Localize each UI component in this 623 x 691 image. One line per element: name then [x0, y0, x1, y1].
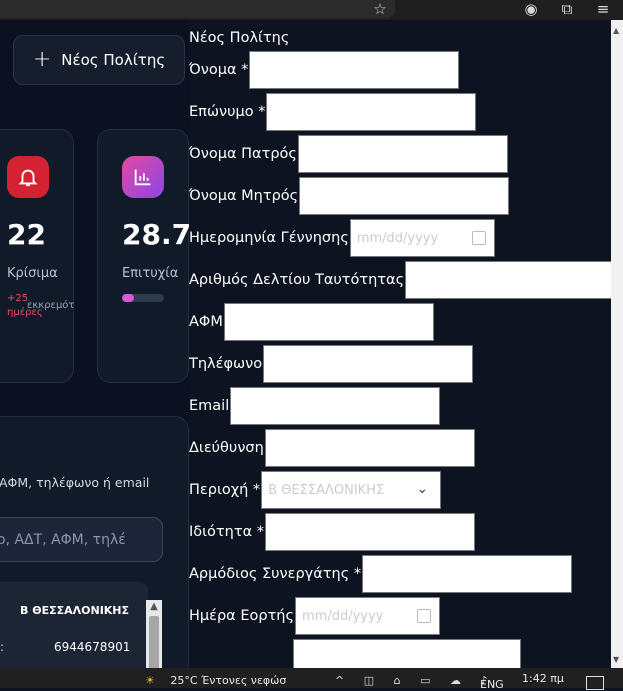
form-row: Όνομα Μητρός — [189, 176, 510, 216]
profile-icon[interactable]: ◉ — [522, 0, 540, 18]
text-input[interactable] — [299, 177, 510, 215]
form-row: ΑΦΜ — [189, 302, 434, 342]
form-row: Ημέρα Εορτής mm/dd/yyyy — [189, 596, 441, 636]
result-phone: 6944678901 — [54, 640, 131, 654]
clock[interactable]: 1:42 πμ — [522, 672, 564, 685]
field-label: Ημερομηνία Γέννησης — [189, 230, 349, 246]
chevron-down-icon: ⌄ — [416, 481, 429, 497]
weather-icon: ☀ — [145, 674, 155, 687]
form-row: Αρμόδιος Συνεργάτης * — [189, 554, 573, 594]
success-progress-fill — [122, 294, 135, 302]
scroll-up-icon[interactable]: ▲ — [613, 26, 619, 35]
field-label: Email — [189, 398, 230, 414]
address-bar[interactable] — [0, 0, 395, 18]
new-citizen-button[interactable]: + Νέος Πολίτης — [13, 35, 185, 85]
success-card: 28.7% Επιτυχία — [97, 129, 190, 383]
field-label: Αριθμός Δελτίου Ταυτότητας — [189, 272, 405, 288]
critical-value: 22 — [7, 218, 46, 251]
field-label: Τηλέφωνο — [189, 356, 263, 372]
success-value: 28.7% — [122, 218, 190, 251]
date-placeholder: mm/dd/yyyy — [302, 608, 384, 624]
text-input[interactable] — [362, 555, 573, 593]
date-placeholder: mm/dd/yyyy — [356, 230, 439, 246]
text-input[interactable] — [405, 261, 616, 299]
form-row: Όνομα * — [189, 50, 460, 90]
critical-pending: εκκρεμότ — [27, 300, 75, 311]
weather-widget[interactable]: ☀ 25°C Έντονες νεφώσ — [145, 674, 286, 687]
field-label: Περιοχή * — [189, 482, 261, 498]
text-input[interactable] — [263, 345, 474, 383]
text-input[interactable] — [266, 93, 477, 131]
form-title: Νέος Πολίτης — [189, 30, 290, 46]
text-input[interactable] — [265, 513, 475, 551]
language-indicator[interactable]: ENG — [480, 678, 504, 691]
result-colon: : — [0, 640, 5, 654]
result-area: Β ΘΕΣΣΑΛΟΝΙΚΗΣ — [20, 604, 130, 617]
text-input[interactable] — [297, 135, 508, 173]
field-label: Αρμόδιος Συνεργάτης * — [189, 566, 362, 582]
text-input[interactable] — [264, 429, 475, 467]
text-input[interactable] — [230, 387, 441, 425]
bell-icon — [7, 156, 49, 198]
form-row: Επώνυμο * — [189, 92, 477, 132]
form-row: Ιδιότητα * — [189, 512, 475, 552]
weather-text: Έντονες νεφώσ — [201, 674, 287, 687]
field-label: Επώνυμο * — [189, 104, 266, 120]
search-hint: ΑΦΜ, τηλέφωνο ή email — [0, 475, 150, 490]
form-row: Διεύθυνση — [189, 428, 475, 468]
new-citizen-label: Νέος Πολίτης — [61, 51, 166, 69]
calendar-icon[interactable] — [471, 231, 486, 245]
scroll-up-icon[interactable]: ▲ — [146, 600, 162, 614]
critical-label: Κρίσιμα — [7, 266, 58, 281]
page-scrollbar[interactable]: ▲ ▼ — [611, 20, 623, 668]
field-label: Όνομα * — [189, 62, 249, 78]
area-select[interactable]: Β ΘΕΣΣΑΛΟΝΙΚΗΣ ⌄ — [261, 471, 442, 509]
scroll-down-icon[interactable]: ▼ — [613, 655, 619, 664]
plus-icon: + — [32, 47, 52, 72]
star-icon[interactable]: ☆ — [371, 0, 389, 18]
text-input[interactable] — [223, 303, 434, 341]
taskbar: ☀ 25°C Έντονες νεφώσ ^ ◫ ⌂ ▭ ☁ ♪ ENG 1:4… — [0, 668, 623, 691]
browser-toolbar: ☆ ◉ ⧉ ≡ — [0, 0, 623, 20]
form-row: Όνομα Πατρός — [189, 134, 508, 174]
bar-chart-icon — [122, 156, 164, 198]
form-row: Αριθμός Δελτίου Ταυτότητας — [189, 260, 616, 300]
results-scrollbar[interactable]: ▲ — [146, 600, 162, 668]
date-input[interactable]: mm/dd/yyyy — [295, 597, 441, 635]
field-label: Διεύθυνση — [189, 440, 264, 456]
temperature: 25°C — [170, 674, 198, 687]
scrollbar-thumb[interactable] — [149, 616, 159, 668]
text-input[interactable] — [249, 51, 460, 89]
form-row: Ημερομηνία Γέννησης mm/dd/yyyy — [189, 218, 495, 258]
field-label: Ημέρα Εορτής — [189, 608, 295, 624]
new-citizen-form: Νέος Πολίτης Όνομα * Επώνυμο * Όνομα Πατρό… — [189, 20, 616, 677]
form-row: Email — [189, 386, 441, 426]
form-row: Τηλέφωνο — [189, 344, 474, 384]
field-label: Όνομα Μητρός — [189, 188, 299, 204]
calendar-icon[interactable] — [417, 609, 432, 623]
date-input[interactable]: mm/dd/yyyy — [349, 219, 495, 257]
field-label: ΑΦΜ — [189, 314, 223, 330]
form-row: Περιοχή * Β ΘΕΣΣΑΛΟΝΙΚΗΣ ⌄ — [189, 470, 442, 510]
result-card[interactable]: Β ΘΕΣΣΑΛΟΝΙΚΗΣ : 6944678901 — [0, 582, 148, 668]
menu-icon[interactable]: ≡ — [594, 0, 612, 18]
success-progress — [122, 294, 164, 302]
app-sidebar: + Νέος Πολίτης 22 Κρίσιμα +25 ημέρες εκκ… — [0, 20, 190, 668]
select-value: Β ΘΕΣΣΑΛΟΝΙΚΗΣ — [268, 482, 385, 498]
critical-card: 22 Κρίσιμα +25 ημέρες εκκρεμότ — [0, 129, 74, 383]
system-tray-icons[interactable]: ^ ◫ ⌂ ▭ ☁ ♪ — [335, 674, 496, 687]
search-input[interactable]: υμο, ΑΔΤ, ΑΦΜ, τηλέ — [0, 517, 163, 562]
field-label: Ιδιότητα * — [189, 524, 264, 540]
field-label: Όνομα Πατρός — [189, 146, 297, 162]
extensions-icon[interactable]: ⧉ — [558, 0, 576, 18]
success-label: Επιτυχία — [122, 266, 179, 281]
